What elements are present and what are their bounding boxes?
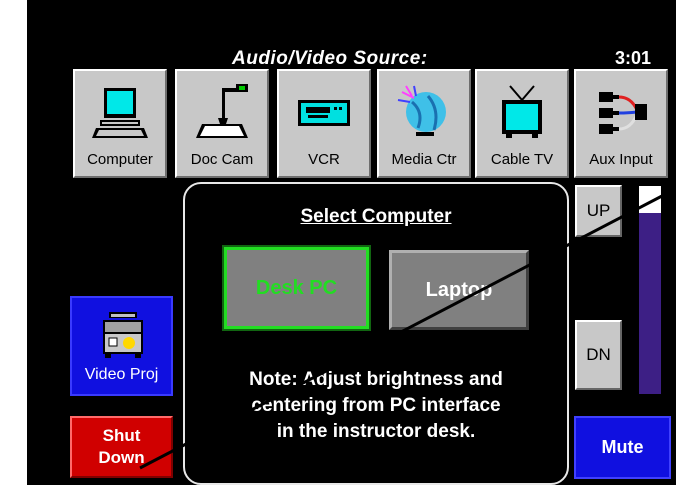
source-button-cable-tv[interactable]: Cable TV: [475, 69, 569, 178]
source-label: Doc Cam: [190, 151, 254, 168]
vcr-icon: [279, 81, 369, 143]
note-line: Note: Adjust brightness and: [249, 369, 503, 390]
aux-input-icon: [576, 81, 666, 143]
clock-time: 3:01: [615, 48, 652, 68]
source-label: VCR: [308, 151, 340, 168]
video-projector-label: Video Proj: [84, 366, 159, 383]
source-label: Computer: [87, 151, 153, 168]
media-center-icon: [379, 81, 469, 143]
source-button-media-ctr[interactable]: Media Ctr: [377, 69, 471, 178]
dialog-title: Select Computer: [300, 206, 452, 227]
mute-button[interactable]: Mute: [574, 416, 671, 479]
volume-up-button[interactable]: UP: [575, 185, 622, 237]
source-label: Cable TV: [490, 151, 554, 168]
source-button-doc-cam[interactable]: Doc Cam: [175, 69, 269, 178]
shut-down-button[interactable]: Shut Down: [70, 416, 173, 478]
source-title: Audio/Video Source:: [232, 48, 428, 69]
source-label: Aux Input: [589, 151, 653, 168]
source-label: Media Ctr: [391, 151, 457, 168]
laptop-button[interactable]: Laptop: [389, 250, 529, 330]
source-button-aux-input[interactable]: Aux Input: [574, 69, 668, 178]
shut-down-label-line2: Down: [98, 448, 145, 467]
left-bezel: [0, 0, 27, 485]
document-camera-icon: [177, 81, 267, 143]
note-line: centering from PC interface: [251, 395, 501, 416]
computer-icon: [75, 81, 165, 143]
volume-down-button[interactable]: DN: [575, 320, 622, 390]
shut-down-label-line1: Shut: [102, 426, 141, 445]
desk-pc-button[interactable]: Desk PC: [222, 245, 371, 331]
right-bezel: [676, 0, 693, 485]
dialog-note: Note: Adjust brightness and centering fr…: [185, 367, 567, 445]
note-line: in the instructor desk.: [276, 421, 476, 442]
select-computer-dialog: Select Computer Desk PC Laptop Note: Adj…: [183, 182, 569, 485]
source-button-vcr[interactable]: VCR: [277, 69, 371, 178]
television-icon: [477, 81, 567, 143]
projector-icon: [101, 312, 145, 365]
volume-meter: [639, 186, 661, 394]
touch-panel-screen: Audio/Video Source: 3:01 Computer Doc Ca…: [0, 0, 693, 485]
source-button-computer[interactable]: Computer: [73, 69, 167, 178]
volume-meter-fill: [639, 213, 661, 394]
video-projector-button[interactable]: Video Proj: [70, 296, 173, 396]
